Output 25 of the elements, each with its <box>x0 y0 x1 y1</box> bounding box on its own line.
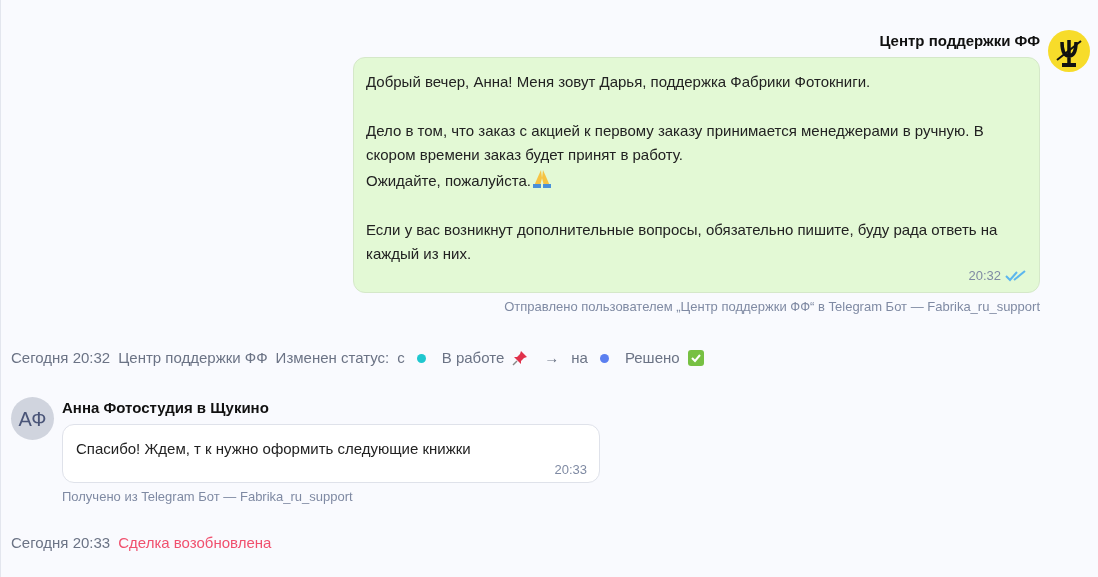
message-text: Ожидайте, пожалуйста. <box>366 171 531 189</box>
message-meta: Получено из Telegram Бот — Fabrika_ru_support <box>62 487 354 506</box>
message-text: Дело в том, что заказ с акцией к первому заказу принимается менеджерами в ручную. В скором времени заказ будет принят в работу. <box>366 121 984 163</box>
sender-name: Анна Фотостудия в Щукино <box>62 398 270 419</box>
event-time: Сегодня 20:32 <box>11 347 111 368</box>
message-time: 20:33 <box>554 461 587 480</box>
arrow-text: → <box>544 347 560 368</box>
status-name: В работе <box>441 347 505 368</box>
sender-name: Центр поддержки ФФ <box>879 31 1040 51</box>
event-text: на <box>571 347 588 368</box>
event-author: Центр поддержки ФФ <box>118 347 268 368</box>
status-name: Решено <box>624 347 680 368</box>
pushpin-icon <box>512 350 529 367</box>
message-text: Если у вас возникнут дополнительные вопросы, обязательно пишите, буду рада ответь на каждый из них. <box>366 220 998 262</box>
message-meta: Отправлено пользователем „Центр поддержки ФФ“ в Telegram Бот — Fabrika_ru_support <box>504 298 1040 317</box>
event-label: Изменен статус: <box>275 347 390 368</box>
check-mark-icon <box>687 350 704 367</box>
event-text: с <box>397 347 405 368</box>
avatar: АФ <box>11 397 54 441</box>
message-text: Добрый вечер, Анна! Меня зовут Дарья, поддержка Фабрики Фотокниги. <box>366 72 871 90</box>
message-text: Спасибо! Ждем, т к нужно оформить следующие книжки <box>76 438 472 459</box>
event-text: Сделка возобновлена <box>118 533 272 554</box>
support-logo-icon <box>1048 30 1090 72</box>
message-time: 20:32 <box>968 266 1001 285</box>
event-time: Сегодня 20:33 <box>11 533 111 554</box>
